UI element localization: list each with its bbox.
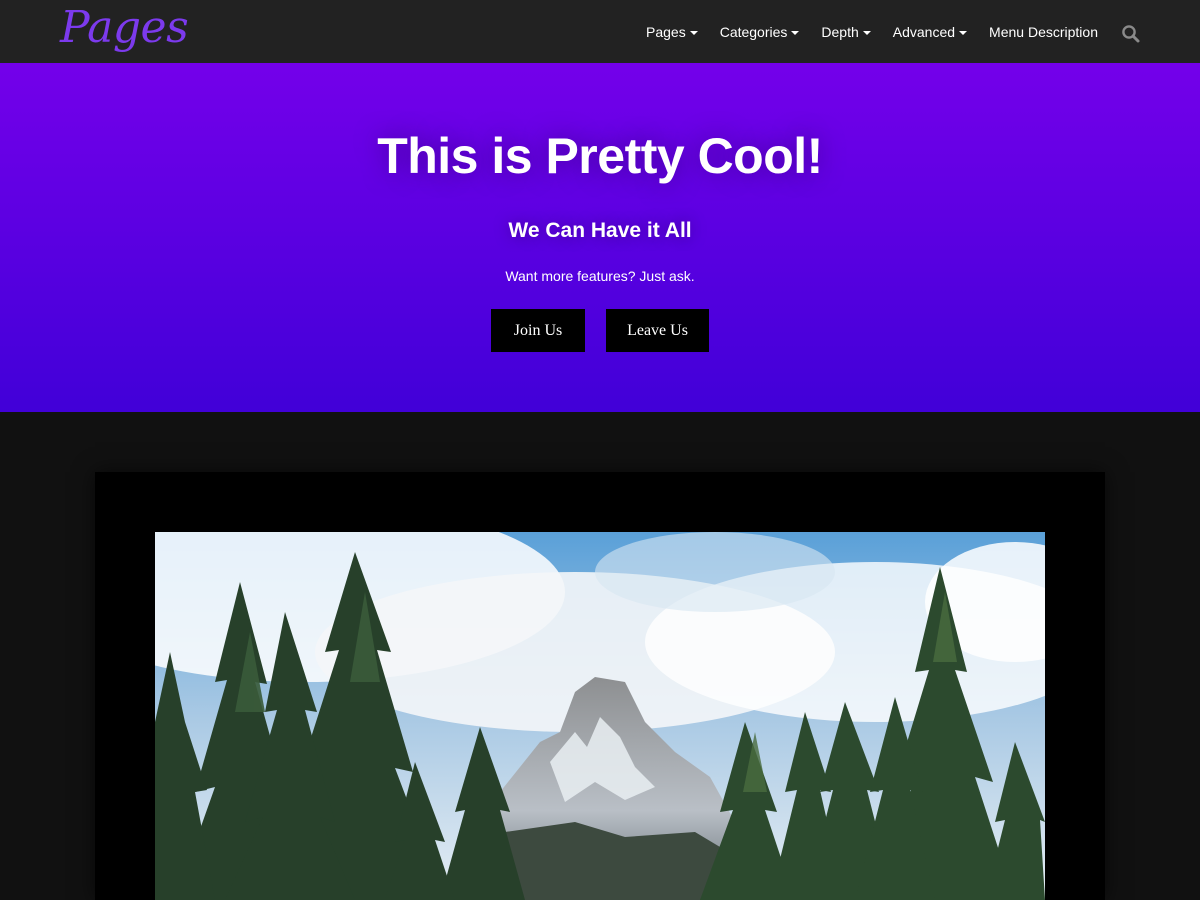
hero-banner: This is Pretty Cool! We Can Have it All … bbox=[0, 63, 1200, 412]
hero-subtitle: We Can Have it All bbox=[508, 219, 692, 242]
nav-item-label: Menu Description bbox=[989, 24, 1098, 40]
nav-item-menu-description[interactable]: Menu Description bbox=[989, 24, 1098, 40]
search-button[interactable] bbox=[1121, 24, 1141, 44]
landscape-image bbox=[155, 532, 1045, 900]
nav-item-label: Categories bbox=[719, 24, 788, 40]
hero-text: Want more features? Just ask. bbox=[505, 268, 695, 284]
caret-down-icon bbox=[791, 30, 800, 35]
site-header: Pages Pages Categories Depth Advanced Me… bbox=[0, 0, 1200, 63]
nav-item-advanced[interactable]: Advanced bbox=[892, 24, 968, 40]
nav-item-label: Advanced bbox=[892, 24, 956, 40]
hero-title: This is Pretty Cool! bbox=[377, 128, 823, 184]
caret-down-icon bbox=[959, 30, 968, 35]
main-nav: Pages Categories Depth Advanced Menu Des… bbox=[646, 21, 1098, 43]
nav-item-categories[interactable]: Categories bbox=[720, 24, 800, 40]
nav-item-label: Pages bbox=[646, 24, 686, 40]
join-us-button[interactable]: Join Us bbox=[491, 309, 585, 352]
nav-item-pages[interactable]: Pages bbox=[646, 24, 698, 40]
site-logo[interactable]: Pages bbox=[60, 2, 189, 54]
caret-down-icon bbox=[689, 30, 698, 35]
caret-down-icon bbox=[862, 30, 871, 35]
search-icon bbox=[1122, 25, 1140, 43]
nav-item-label: Depth bbox=[821, 24, 859, 40]
nav-item-depth[interactable]: Depth bbox=[821, 24, 871, 40]
mountain-forest-photo bbox=[155, 532, 1045, 900]
image-frame bbox=[95, 472, 1105, 900]
leave-us-button[interactable]: Leave Us bbox=[606, 309, 709, 352]
